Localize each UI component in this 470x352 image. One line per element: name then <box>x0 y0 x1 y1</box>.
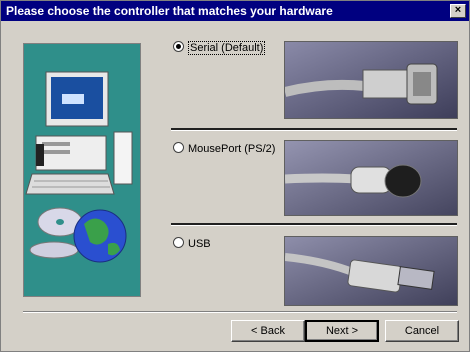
window-title: Please choose the controller that matche… <box>6 4 333 18</box>
option-serial[interactable]: Serial (Default) <box>173 41 266 55</box>
close-icon: × <box>454 4 462 16</box>
separator-2 <box>171 223 457 226</box>
setup-illustration <box>23 43 141 297</box>
serial-label: Serial (Default) <box>188 41 266 55</box>
footer-separator <box>23 311 457 313</box>
ps2-label: MousePort (PS/2) <box>188 143 276 155</box>
ps2-connector-photo <box>284 140 458 216</box>
computer-cd-globe-illustration <box>24 44 140 296</box>
usb-connector-image <box>285 237 457 305</box>
option-usb[interactable]: USB <box>173 237 211 250</box>
setup-dialog: Please choose the controller that matche… <box>0 0 470 352</box>
option-ps2[interactable]: MousePort (PS/2) <box>173 142 275 155</box>
title-bar: Please choose the controller that matche… <box>1 1 469 21</box>
cancel-button[interactable]: Cancel <box>385 320 459 342</box>
serial-radio[interactable] <box>173 41 184 52</box>
back-button[interactable]: < Back <box>231 320 305 342</box>
usb-radio[interactable] <box>173 237 184 248</box>
serial-connector-photo <box>284 41 458 119</box>
usb-connector-photo <box>284 236 458 306</box>
usb-label: USB <box>188 238 211 250</box>
ps2-radio[interactable] <box>173 142 184 153</box>
close-button[interactable]: × <box>450 4 466 18</box>
serial-connector-image <box>285 42 457 118</box>
next-button[interactable]: Next > <box>305 320 379 342</box>
ps2-connector-image <box>285 141 457 215</box>
separator-1 <box>171 128 457 131</box>
